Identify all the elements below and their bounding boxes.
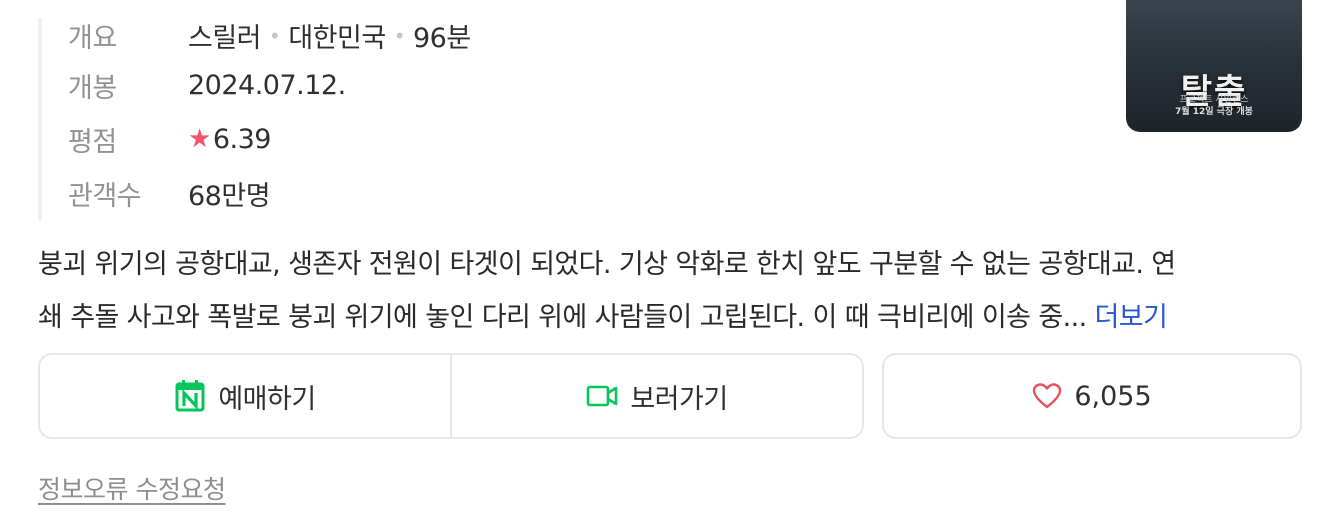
synopsis: 붕괴 위기의 공항대교, 생존자 전원이 타겟이 되었다. 기상 악화로 한치 …	[38, 238, 1308, 344]
reserve-label: 예매하기	[218, 383, 316, 415]
star-icon: ★	[188, 124, 211, 154]
watch-label: 보러가기	[630, 383, 728, 415]
info-row-rating: 평점 ★ 6.39	[68, 112, 568, 166]
movie-poster[interactable]: 탈출 프로젝트 사일런스 7월 12일 극장 개봉	[1126, 0, 1302, 132]
country-text: 대한민국	[288, 23, 386, 54]
info-value: 스릴러 • 대한민국 • 96분	[188, 16, 471, 55]
audience-count: 68만명	[188, 180, 271, 212]
info-label: 평점	[68, 126, 117, 158]
more-link[interactable]: 더보기	[1095, 302, 1168, 333]
synopsis-line: 붕괴 위기의 공항대교, 생존자 전원이 타겟이 되었다. 기상 악화로 한치 …	[38, 249, 1176, 280]
report-error-link[interactable]: 정보오류 수정요청	[38, 470, 226, 506]
rating-value-wrap: ★ 6.39	[188, 124, 271, 155]
like-button[interactable]: 6,055	[882, 353, 1302, 439]
runtime-text: 96분	[413, 23, 471, 54]
rating-value: 6.39	[212, 123, 272, 155]
poster-release-note: 7월 12일 극장 개봉	[1175, 107, 1253, 117]
info-row-summary: 개요 스릴러 • 대한민국 • 96분	[68, 16, 568, 58]
separator-dot: •	[393, 23, 406, 48]
info-label: 관객수	[68, 180, 142, 212]
synopsis-line-2: 쇄 추돌 사고와 폭발로 붕괴 위기에 놓인 다리 위에 사람들이 고립된다. …	[38, 291, 1308, 344]
watch-button[interactable]: 보러가기	[450, 355, 862, 437]
separator-dot: •	[269, 23, 281, 48]
reserve-button[interactable]: 예매하기	[40, 355, 450, 437]
like-count: 6,055	[1074, 380, 1152, 412]
movie-info-list: 개요 스릴러 • 대한민국 • 96분 개봉 2024.07.12. 평점 ★ …	[38, 18, 568, 220]
genre-text: 스릴러	[188, 23, 262, 54]
release-date: 2024.07.12.	[188, 69, 346, 101]
calendar-icon	[174, 379, 206, 413]
info-label: 개봉	[68, 72, 117, 104]
info-row-audience: 관객수 68만명	[68, 166, 568, 220]
synopsis-line: 쇄 추돌 사고와 폭발로 붕괴 위기에 놓인 다리 위에 사람들이 고립된다. …	[38, 302, 1087, 333]
info-row-release: 개봉 2024.07.12.	[68, 58, 568, 112]
video-camera-icon	[586, 383, 618, 409]
action-button-group: 예매하기 보러가기	[38, 353, 864, 439]
info-label: 개요	[68, 23, 117, 54]
heart-icon	[1032, 382, 1062, 410]
